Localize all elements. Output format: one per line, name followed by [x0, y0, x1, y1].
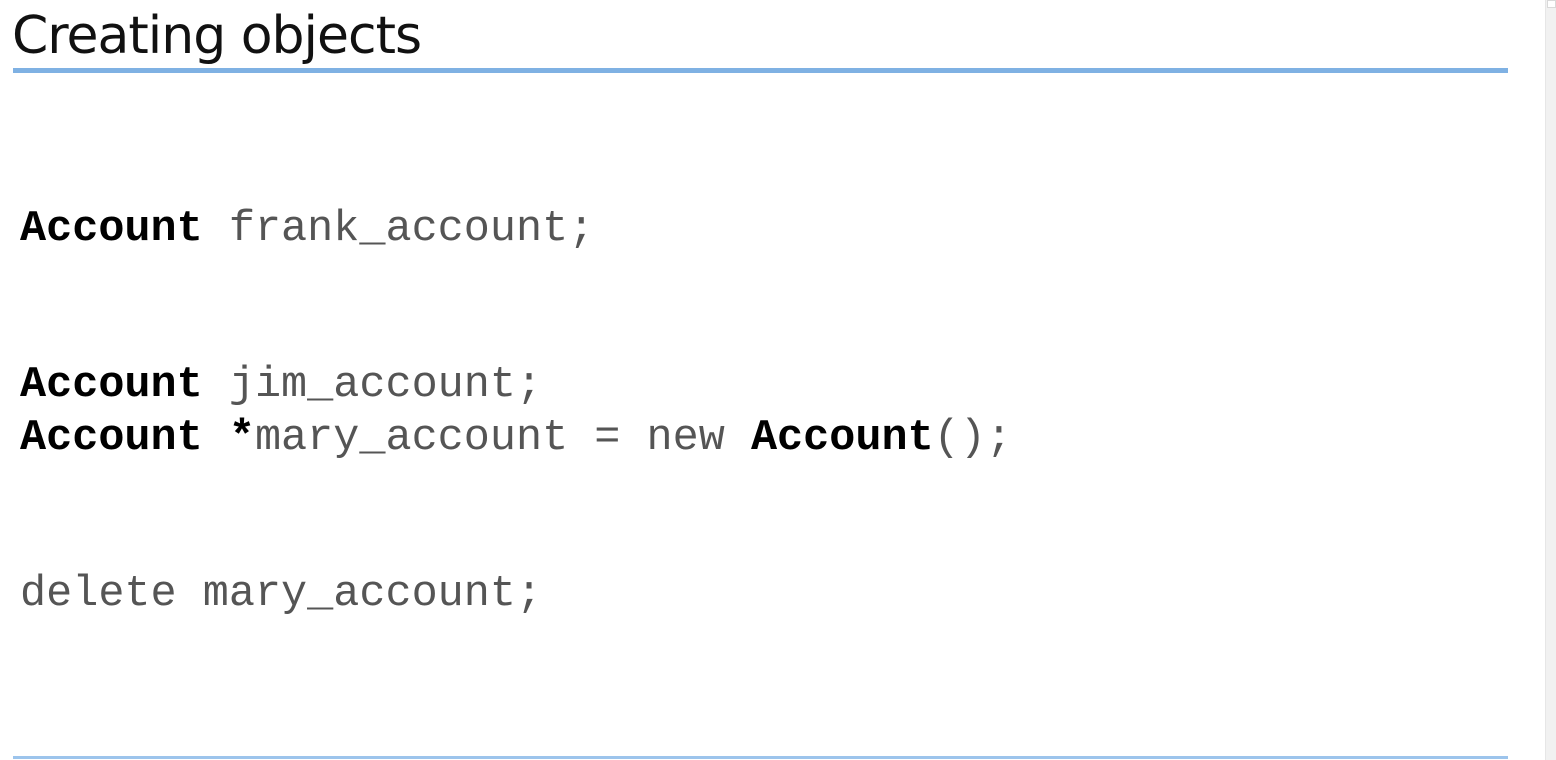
slide: Creating objects Account frank_account; … — [0, 0, 1545, 760]
code-type-keyword: Account — [20, 205, 203, 254]
scrollbar-thumb[interactable] — [1547, 0, 1556, 8]
code-line-delete-mary-account: delete mary_account; — [20, 569, 1012, 621]
code-constructor-keyword: Account — [750, 414, 934, 463]
vertical-scrollbar[interactable] — [1545, 0, 1556, 760]
slide-title: Creating objects — [12, 6, 422, 66]
code-line-mary-account-new: Account *mary_account = new Account(); — [20, 413, 1012, 465]
code-line-frank-account: Account frank_account; — [20, 204, 594, 256]
code-pointer-star: * — [202, 414, 255, 463]
code-block-heap-object: Account *mary_account = new Account(); d… — [20, 309, 1012, 725]
code-type-keyword: Account — [20, 414, 203, 463]
code-text: frank_account; — [202, 205, 595, 254]
title-underline — [13, 68, 1508, 73]
footer-rule — [13, 756, 1508, 759]
code-text: (); — [933, 414, 1012, 463]
code-text: mary_account = new — [254, 414, 751, 463]
code-text: delete mary_account; — [20, 570, 543, 619]
